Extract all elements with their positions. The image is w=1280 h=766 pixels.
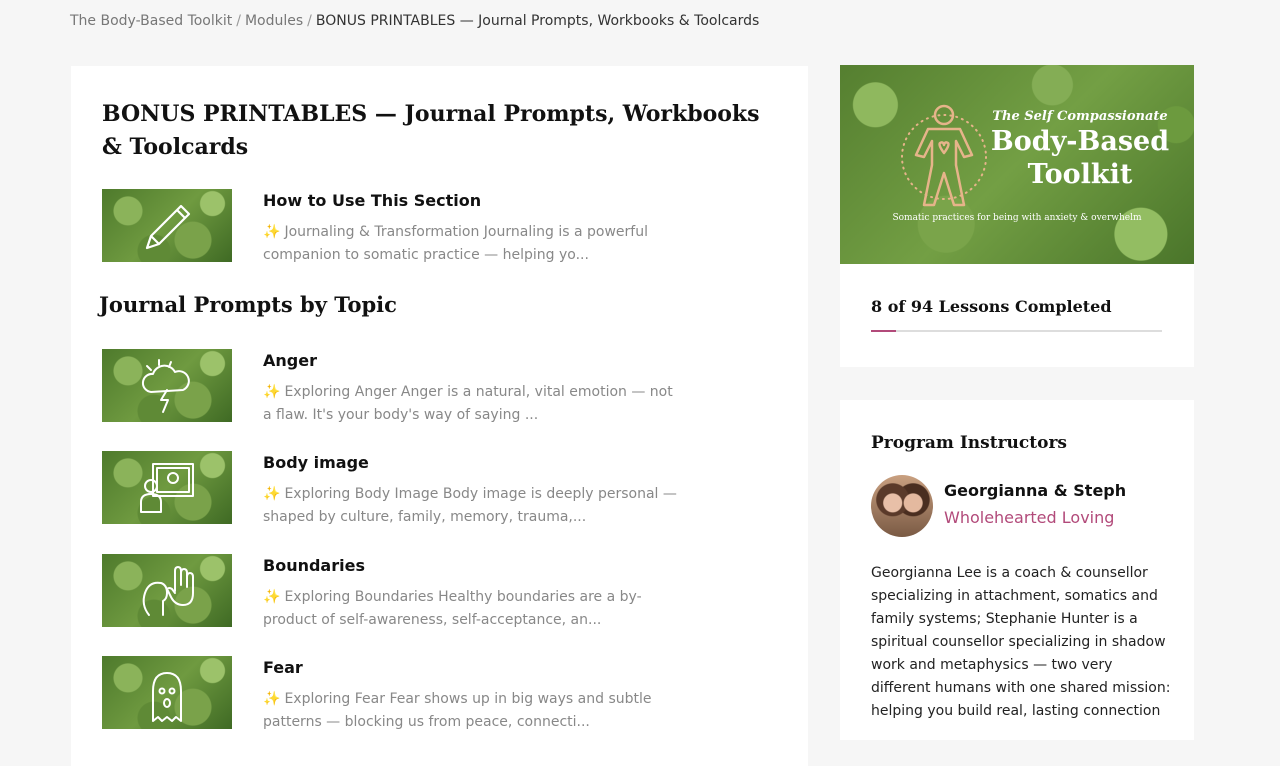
pencil-icon [145, 204, 191, 249]
breadcrumb-link-modules[interactable]: Modules [245, 13, 303, 29]
instructor-org-link[interactable]: Wholehearted Loving [944, 508, 1114, 527]
banner-subtitle: The Self Compassionate [992, 109, 1168, 124]
banner-tagline: Somatic practices for being with anxiety… [892, 213, 1142, 223]
lesson-thumbnail[interactable] [102, 451, 232, 524]
mirror-person-icon [140, 462, 194, 513]
lesson-excerpt-text: Exploring Fear Fear shows up in big ways… [263, 691, 652, 730]
lesson-item[interactable]: Body image ✨ Exploring Body Image Body im… [102, 451, 742, 525]
lesson-excerpt: ✨ Exploring Anger Anger is a natural, vit… [263, 381, 683, 427]
instructors-card: Program Instructors Georgianna & Steph W… [840, 400, 1194, 740]
lesson-thumbnail[interactable] [102, 349, 232, 422]
lesson-excerpt-text: Exploring Body Image Body image is deepl… [263, 486, 677, 525]
sparkle-icon: ✨ [263, 486, 281, 502]
sparkle-icon: ✨ [263, 224, 281, 240]
section-heading: Journal Prompts by Topic [99, 292, 397, 317]
breadcrumb-separator: / [236, 13, 241, 29]
instructors-heading: Program Instructors [871, 433, 1067, 453]
sparkle-icon: ✨ [263, 384, 281, 400]
breadcrumb-current: BONUS PRINTABLES — Journal Prompts, Work… [315, 13, 760, 29]
banner-title-line: Toolkit [1027, 159, 1133, 190]
banner-title-line: Body-Based [990, 126, 1170, 157]
instructor-bio: Georgianna Lee is a coach & counsellor s… [871, 565, 1171, 719]
lesson-excerpt: ✨ Journaling & Transformation Journaling … [263, 221, 683, 267]
banner-title: Body-Based Toolkit [970, 125, 1190, 191]
lesson-title[interactable]: Body image [263, 453, 369, 472]
lesson-item[interactable]: Boundaries ✨ Exploring Boundaries Healthy… [102, 554, 742, 628]
storm-cloud-icon [142, 358, 190, 413]
lesson-title[interactable]: Fear [263, 658, 303, 677]
breadcrumb: The Body-Based Toolkit / Modules / BONUS PRI… [70, 13, 759, 29]
lesson-excerpt: ✨ Exploring Boundaries Healthy boundaries… [263, 586, 683, 632]
lesson-item[interactable]: How to Use This Section ✨ Journaling & Tr… [102, 189, 742, 263]
lesson-excerpt: ✨ Exploring Body Image Body image is deep… [263, 483, 683, 529]
progress-text: 8 of 94 Lessons Completed [871, 297, 1112, 316]
progress-bar [871, 330, 1162, 332]
sparkle-icon: ✨ [263, 691, 281, 707]
lesson-excerpt: ✨ Exploring Fear Fear shows up in big way… [263, 688, 683, 734]
page-title: BONUS PRINTABLES — Journal Prompts, Work… [102, 101, 760, 160]
lesson-excerpt-text: Journaling & Transformation Journaling i… [263, 224, 648, 263]
instructor-name: Georgianna & Steph [944, 481, 1127, 500]
lesson-title[interactable]: Boundaries [263, 556, 365, 575]
progress-bar-fill [871, 330, 896, 332]
lesson-item[interactable]: Anger ✨ Exploring Anger Anger is a natura… [102, 349, 742, 423]
avatar [871, 475, 933, 537]
raised-hand-icon [142, 565, 194, 616]
module-content: BONUS PRINTABLES — Journal Prompts, Work… [71, 66, 808, 766]
lesson-thumbnail[interactable] [102, 656, 232, 729]
lesson-thumbnail[interactable] [102, 189, 232, 262]
course-banner: The Self Compassionate Body-Based Toolkit… [840, 65, 1194, 264]
lesson-thumbnail[interactable] [102, 554, 232, 627]
lesson-title[interactable]: How to Use This Section [263, 191, 481, 210]
progress-card: 8 of 94 Lessons Completed [840, 264, 1194, 367]
lesson-title[interactable]: Anger [263, 351, 317, 370]
lesson-item[interactable]: Fear ✨ Exploring Fear Fear shows up in bi… [102, 656, 742, 730]
ghost-icon [152, 671, 182, 722]
lesson-excerpt-text: Exploring Anger Anger is a natural, vita… [263, 384, 673, 423]
lesson-excerpt-text: Exploring Boundaries Healthy boundaries … [263, 589, 642, 628]
sparkle-icon: ✨ [263, 589, 281, 605]
breadcrumb-separator: / [307, 13, 312, 29]
breadcrumb-link-toolkit[interactable]: The Body-Based Toolkit [70, 13, 232, 29]
